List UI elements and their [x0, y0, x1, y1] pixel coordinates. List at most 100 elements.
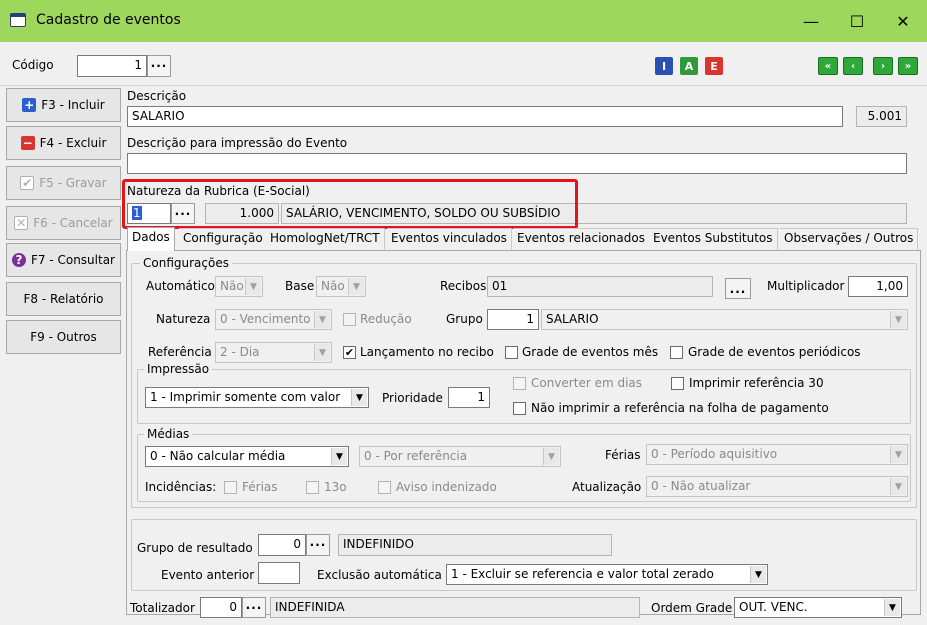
last-record-icon[interactable]: » [898, 57, 918, 75]
grupo-select[interactable]: SALARIO ▼ [541, 309, 908, 330]
gravar-button[interactable]: ✔ F5 - Gravar [6, 166, 121, 200]
codigo-lookup-button[interactable]: ··· [147, 55, 171, 77]
excluir-label: F4 - Excluir [39, 136, 107, 150]
close-button[interactable]: ✕ [880, 4, 926, 38]
grupo-resultado-lookup[interactable]: ··· [306, 534, 330, 556]
natureza-label: Natureza [156, 312, 211, 326]
inc-13-label: 13o [324, 480, 347, 494]
chevron-down-icon: ▼ [890, 446, 906, 463]
grupo-number-input[interactable]: 1 [487, 309, 539, 330]
minimize-button[interactable]: — [788, 4, 834, 38]
inc-13-checkbox[interactable] [306, 481, 319, 494]
x-icon: ✕ [14, 216, 29, 230]
incluir-label: F3 - Incluir [41, 98, 105, 112]
inc-aviso-checkbox[interactable] [378, 481, 391, 494]
atualizacao-select[interactable]: 0 - Não atualizar ▼ [646, 476, 908, 497]
consultar-button[interactable]: ? F7 - Consultar [6, 243, 121, 277]
exclude-mode-icon[interactable]: E [705, 57, 723, 75]
chevron-down-icon: ▼ [543, 448, 559, 465]
referencia-select[interactable]: 2 - Dia ▼ [215, 342, 332, 363]
ordem-grade-select[interactable]: OUT. VENC. ▼ [734, 597, 902, 618]
check-icon: ✔ [20, 176, 35, 190]
descricao-number: 5.001 [856, 106, 907, 127]
chevron-down-icon: ▼ [331, 448, 347, 465]
inc-ferias-checkbox[interactable] [224, 481, 237, 494]
prev-record-icon[interactable]: ‹ [843, 57, 863, 75]
window-title: Cadastro de eventos [36, 12, 181, 28]
tab-eventos-relacionados[interactable]: Eventos relacionados [513, 228, 650, 250]
recibos-button[interactable]: ... [725, 278, 751, 299]
impressao-desc-input[interactable] [127, 153, 907, 174]
base-select[interactable]: Não ▼ [316, 276, 366, 297]
excluir-button[interactable]: − F4 - Excluir [6, 126, 121, 160]
prioridade-label: Prioridade [382, 391, 443, 405]
relatorio-button[interactable]: F8 - Relatório [6, 282, 121, 316]
maximize-button[interactable]: ☐ [834, 4, 880, 38]
question-icon: ? [11, 253, 26, 267]
impressao-select[interactable]: 1 - Imprimir somente com valor ▼ [145, 387, 369, 408]
grade-mes-label: Grade de eventos mês [522, 345, 659, 359]
inc-ferias-label: Férias [242, 480, 278, 494]
converter-checkbox[interactable] [513, 377, 526, 390]
outros-button[interactable]: F9 - Outros [6, 320, 121, 354]
lancamento-checkbox[interactable]: ✔ [343, 346, 356, 359]
medias-calc-value: 0 - Não calcular média [150, 449, 286, 463]
referencia-value: 2 - Dia [220, 345, 260, 359]
cancelar-button[interactable]: ✕ F6 - Cancelar [6, 206, 121, 240]
totalizador-label: Totalizador [130, 601, 195, 615]
first-record-icon[interactable]: « [818, 57, 838, 75]
medias-ref-select[interactable]: 0 - Por referência ▼ [359, 446, 561, 467]
medias-calc-select[interactable]: 0 - Não calcular média ▼ [145, 446, 349, 467]
incluir-button[interactable]: + F3 - Incluir [6, 88, 121, 122]
ordem-grade-value: OUT. VENC. [739, 600, 808, 614]
grade-periodicos-checkbox[interactable] [670, 346, 683, 359]
cancelar-label: F6 - Cancelar [33, 216, 113, 230]
automatico-select[interactable]: Não ▼ [215, 276, 263, 297]
tab-homolognet[interactable]: HomologNet/TRCT [266, 228, 385, 250]
plus-icon: + [22, 98, 37, 112]
grade-mes-checkbox[interactable] [505, 346, 518, 359]
configuracoes-title: Configurações [140, 256, 232, 270]
totalizador-input[interactable]: 0 [200, 597, 242, 618]
tab-eventos-vinculados[interactable]: Eventos vinculados [387, 228, 512, 250]
totalizador-desc: INDEFINIDA [270, 597, 640, 618]
exclusao-select[interactable]: 1 - Excluir se referencia e valor total … [446, 564, 768, 585]
alter-mode-icon[interactable]: A [680, 57, 698, 75]
outros-label: F9 - Outros [30, 330, 97, 344]
chevron-down-icon: ▼ [314, 311, 330, 328]
imprimir-ref-checkbox[interactable] [671, 377, 684, 390]
recibos-input: 01 [487, 276, 713, 297]
relatorio-label: F8 - Relatório [23, 292, 104, 306]
minus-icon: − [20, 136, 35, 150]
multiplicador-input[interactable]: 1,00 [848, 276, 908, 297]
impressao-desc-label: Descrição para impressão do Evento [127, 136, 348, 150]
insert-mode-icon[interactable]: I [655, 57, 673, 75]
reducao-checkbox[interactable] [343, 313, 356, 326]
exclusao-value: 1 - Excluir se referencia e valor total … [451, 567, 714, 581]
atualizacao-value: 0 - Não atualizar [651, 479, 751, 493]
tab-dados[interactable]: Dados [127, 227, 175, 251]
tab-eventos-substitutos[interactable]: Eventos Substitutos [649, 228, 778, 250]
tab-configuracao[interactable]: Configuração [179, 228, 268, 250]
grade-periodicos-label: Grade de eventos periódicos [688, 345, 861, 359]
codigo-input[interactable]: 1 [77, 55, 147, 77]
atualizacao-label: Atualização [572, 480, 642, 494]
totalizador-lookup[interactable]: ··· [242, 597, 266, 618]
chevron-down-icon: ▼ [245, 278, 261, 295]
exclusao-label: Exclusão automática [317, 568, 442, 582]
nao-imprimir-checkbox[interactable] [513, 402, 526, 415]
ferias-label: Férias [605, 448, 641, 462]
descricao-input[interactable]: SALARIO [127, 106, 843, 127]
next-record-icon[interactable]: › [873, 57, 893, 75]
grupo-resultado-desc: INDEFINIDO [338, 534, 612, 556]
medias-title: Médias [144, 427, 193, 441]
evento-anterior-input[interactable] [258, 562, 300, 584]
base-value: Não [321, 279, 345, 293]
ferias-select[interactable]: 0 - Período aquisitivo ▼ [646, 444, 908, 465]
prioridade-input[interactable]: 1 [448, 387, 490, 408]
tab-observacoes[interactable]: Observações / Outros [780, 228, 919, 250]
grupo-resultado-input[interactable]: 0 [258, 534, 306, 556]
natureza-select[interactable]: 0 - Vencimento ▼ [215, 309, 332, 330]
window-icon [10, 13, 26, 27]
base-label: Base [285, 279, 315, 293]
